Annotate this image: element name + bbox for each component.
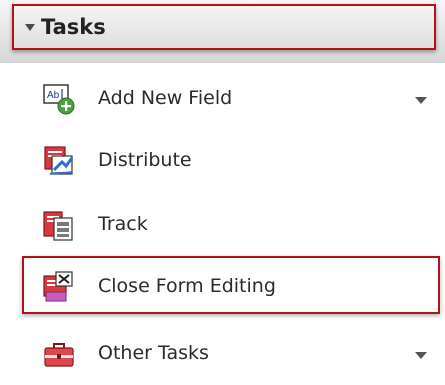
distribute-icon (44, 146, 74, 175)
briefcase-icon (44, 343, 74, 367)
tasks-panel: Tasks Ab Add New Field Distribute Track … (0, 0, 445, 385)
header-highlight-box (12, 4, 436, 50)
add-field-icon: Ab (43, 84, 75, 115)
task-label: Track (98, 213, 148, 235)
task-track[interactable]: Track (0, 196, 445, 254)
task-other-tasks[interactable]: Other Tasks (0, 325, 445, 383)
svg-text:Ab: Ab (47, 90, 60, 101)
task-label: Other Tasks (98, 342, 209, 364)
task-label: Distribute (98, 149, 192, 171)
track-icon (43, 211, 73, 241)
chevron-down-icon[interactable] (415, 352, 427, 359)
task-label: Add New Field (98, 87, 233, 109)
chevron-down-icon[interactable] (415, 97, 427, 104)
close-form-editing-highlight-box (22, 256, 440, 314)
task-add-new-field[interactable]: Ab Add New Field (0, 70, 445, 128)
task-distribute[interactable]: Distribute (0, 132, 445, 190)
